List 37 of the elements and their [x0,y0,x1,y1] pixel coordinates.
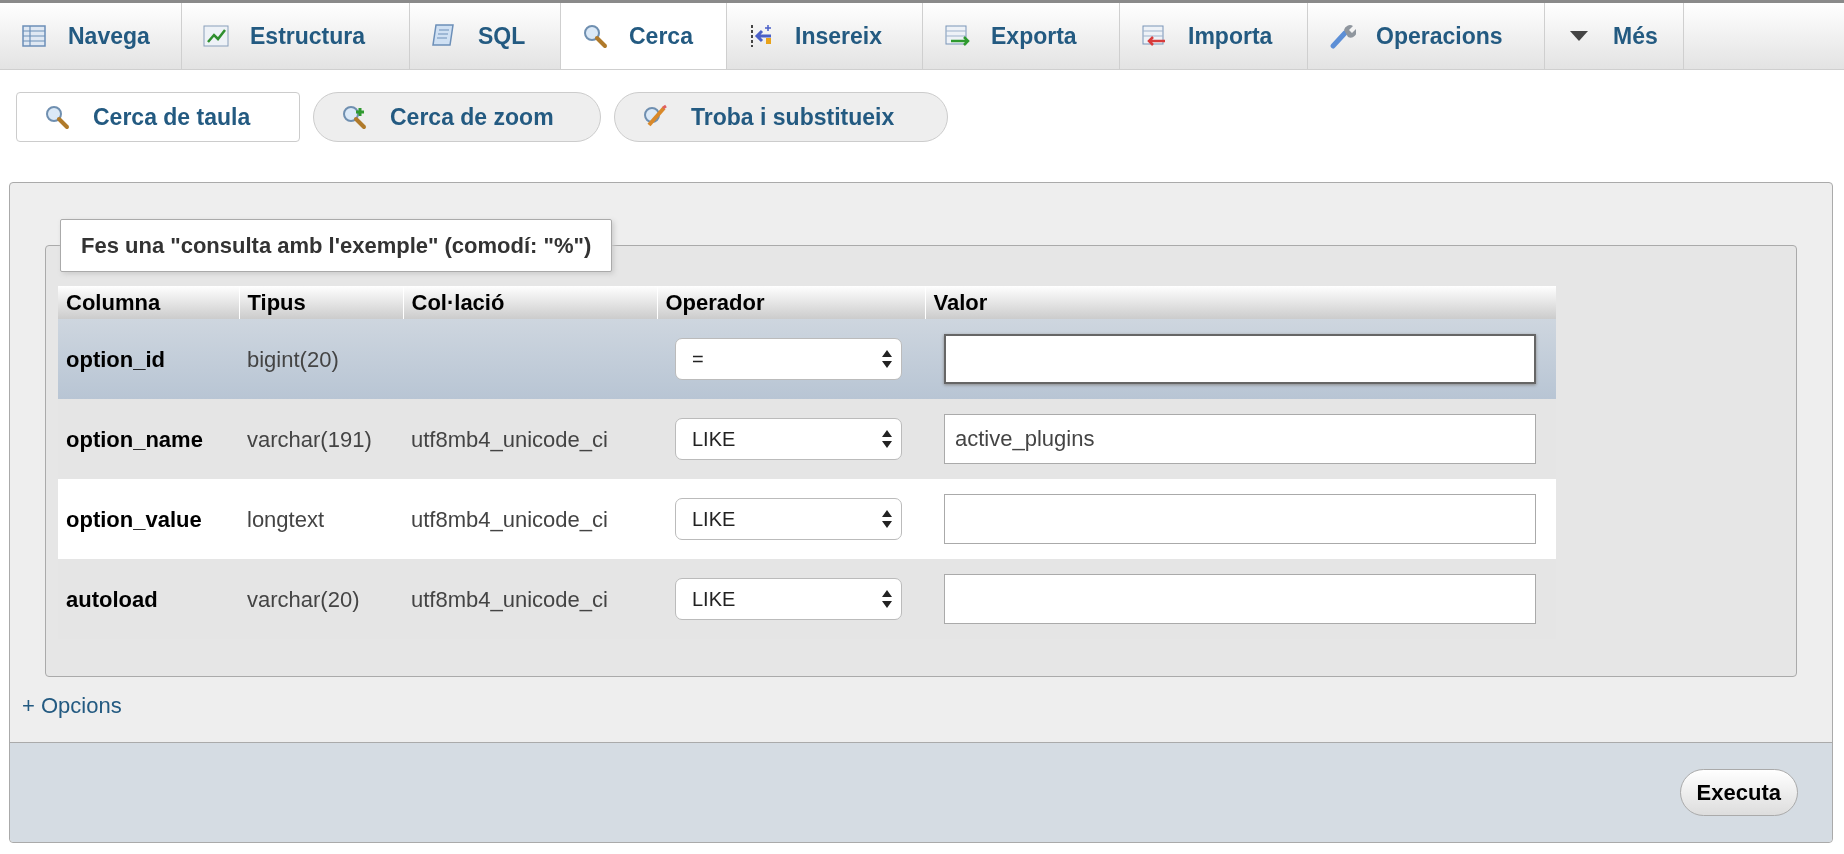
value-input[interactable] [944,494,1536,544]
up-down-arrows-icon [881,509,893,529]
up-down-arrows-icon [881,349,893,369]
collation-name: utf8mb4_unicode_ci [411,426,608,452]
column-type: bigint(20) [247,346,339,372]
collation-name: utf8mb4_unicode_ci [411,586,608,612]
column-name: option_id [66,346,165,372]
operator-select[interactable]: = [675,338,902,380]
column-header: Columna [58,286,239,319]
sub-tab[interactable]: Troba i substitueix [614,92,948,142]
table-icon [20,22,48,50]
column-type: varchar(191) [247,426,372,452]
column-type: varchar(20) [247,586,360,612]
up-down-arrows-icon [881,429,893,449]
up-down-arrows-icon [881,589,893,609]
column-name: option_value [66,506,202,532]
column-name: option_name [66,426,203,452]
execute-button[interactable]: Executa [1679,769,1798,816]
value-input[interactable]: active_plugins [944,414,1536,464]
column-name: autoload [66,586,158,612]
zoom-in-icon [340,103,368,131]
search-icon [43,103,71,131]
collation-name: utf8mb4_unicode_ci [411,506,608,532]
options-link[interactable]: + Opcions [22,689,122,722]
tab[interactable]: Cerca [561,3,727,69]
operator-select[interactable]: LIKE [675,498,902,540]
operator-select[interactable]: LIKE [675,418,902,460]
sub-tab[interactable]: Cerca de zoom [313,92,601,142]
wrench-icon [1328,22,1356,50]
chart-icon [202,22,230,50]
column-type: longtext [247,506,325,532]
fieldset-legend: Fes una "consulta amb l'exemple" (comodí: "%") [60,219,613,272]
operator-select[interactable]: LIKE [675,578,902,620]
value-input[interactable] [944,334,1536,384]
value-input[interactable] [944,574,1536,624]
search-icon [581,22,609,50]
sub-tab[interactable]: Cerca de taula [16,92,300,142]
